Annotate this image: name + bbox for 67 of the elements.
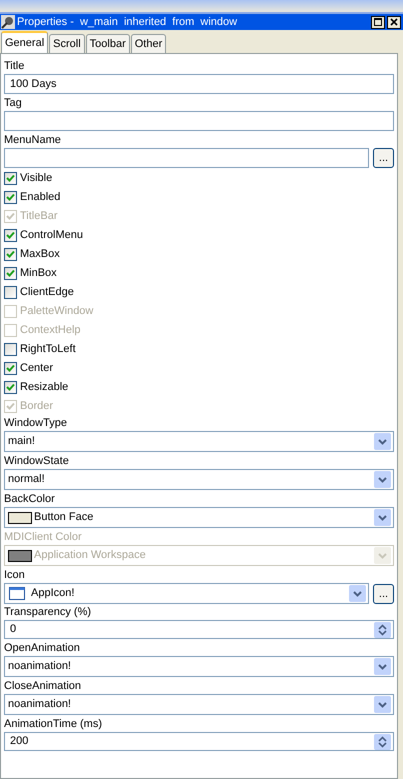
text-field[interactable]: 100 Days — [4, 74, 394, 94]
field-label: CloseAnimation — [4, 679, 82, 694]
checkbox-label: ControlMenu — [20, 228, 83, 244]
close-button[interactable] — [387, 16, 401, 28]
dropdown-value: main! — [8, 434, 36, 450]
close-icon — [390, 18, 398, 26]
field-label: OpenAnimation — [4, 641, 81, 656]
field-label: MenuName — [4, 133, 62, 148]
checkbox[interactable] — [4, 362, 17, 375]
dropdown[interactable]: main! — [4, 431, 394, 452]
checkbox-label: Visible — [20, 171, 52, 186]
checkbox[interactable] — [4, 343, 17, 356]
dropdown-value: noanimation! — [8, 659, 72, 674]
checkbox[interactable] — [4, 267, 17, 280]
tab[interactable]: General — [1, 31, 48, 53]
spin-field[interactable]: 0 — [4, 620, 394, 639]
spin-value: 0 — [10, 622, 18, 638]
checkbox-label: MinBox — [20, 266, 57, 282]
checkbox-label: Border — [20, 399, 54, 414]
checkbox[interactable] — [4, 191, 17, 204]
dropdown-value: AppIcon! — [31, 586, 76, 602]
field-label: AnimationTime (ms) — [4, 717, 103, 732]
dropdown-value: normal! — [8, 472, 46, 488]
window-title: Properties - w_main inherited from window — [17, 14, 238, 30]
checkbox-label: ClientEdge — [20, 285, 74, 300]
dropdown[interactable]: noanimation! — [4, 656, 394, 677]
checkbox[interactable] — [4, 248, 17, 261]
field-label: Transparency (%) — [4, 605, 92, 620]
browse-button[interactable]: ... — [373, 148, 394, 168]
checkbox-label: MaxBox — [20, 247, 60, 262]
spin-arrows-icon[interactable] — [374, 622, 391, 638]
checkbox[interactable] — [4, 381, 17, 394]
dropdown[interactable]: Button Face — [4, 507, 394, 528]
field-label: Icon — [4, 568, 26, 583]
field-label: WindowType — [4, 416, 68, 431]
maximize-button[interactable] — [371, 16, 385, 28]
checkbox[interactable] — [4, 286, 17, 299]
field-label: WindowState — [4, 454, 70, 469]
checkbox-label: Enabled — [20, 190, 60, 206]
dropdown[interactable]: AppIcon! — [4, 583, 369, 604]
dropdown-value: Application Workspace — [34, 548, 147, 564]
checkbox-label: Resizable — [20, 380, 68, 396]
field-label: MDIClient Color — [4, 530, 83, 545]
tab[interactable]: Other — [130, 34, 166, 53]
dropdown-value: Button Face — [34, 510, 94, 526]
spin-field[interactable]: 200 — [4, 732, 394, 751]
dropdown[interactable]: noanimation! — [4, 694, 394, 715]
tab[interactable]: Scroll — [49, 34, 85, 53]
window-icon — [9, 587, 25, 600]
checkbox[interactable] — [4, 172, 17, 185]
checkbox-label: RightToLeft — [20, 342, 76, 358]
checkbox-label: ContextHelp — [20, 323, 81, 338]
spin-arrows-icon[interactable] — [374, 734, 391, 750]
field-label: BackColor — [4, 492, 56, 507]
checkbox-label: Center — [20, 361, 54, 376]
checkbox[interactable] — [4, 229, 17, 242]
browse-button[interactable]: ... — [373, 584, 394, 604]
field-label: Tag — [4, 96, 23, 111]
dropdown-value: noanimation! — [8, 697, 72, 712]
spin-value: 200 — [10, 734, 30, 750]
text-field[interactable] — [4, 111, 394, 131]
text-field[interactable] — [4, 148, 369, 168]
checkbox-label: PaletteWindow — [20, 304, 94, 320]
tab[interactable]: Toolbar — [86, 34, 130, 53]
field-label: Title — [4, 59, 26, 74]
checkbox-label: TitleBar — [20, 209, 58, 224]
dropdown[interactable]: normal! — [4, 469, 394, 490]
